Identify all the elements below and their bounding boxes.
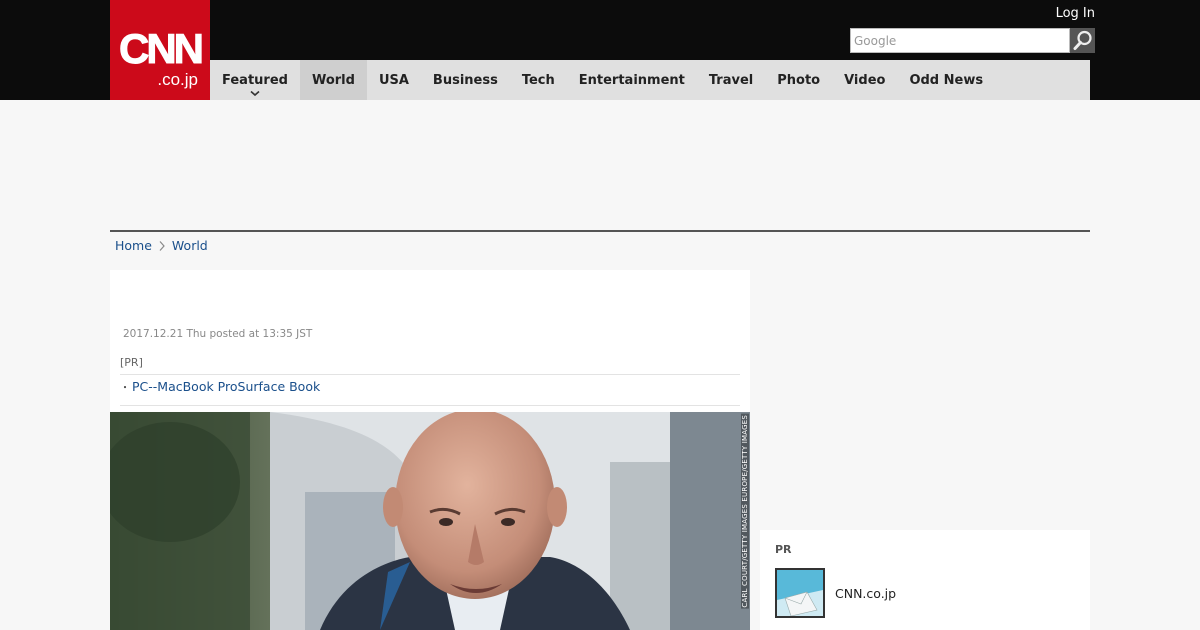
article-card: 2017.12.21 Thu posted at 13:35 JST [PR] …: [110, 270, 750, 630]
search-button[interactable]: [1070, 28, 1095, 53]
pr-link[interactable]: PC--MacBook ProSurface Book: [132, 379, 320, 394]
sidebar-pr-box: PR CNN.co.jp: [760, 530, 1090, 630]
article-photo: CARL COURT/GETTY IMAGES EUROPE/GETTY IMA…: [110, 412, 750, 630]
nav-label: Entertainment: [578, 72, 685, 88]
nav-world[interactable]: World: [299, 60, 367, 100]
nav-business[interactable]: Business: [421, 60, 510, 100]
nav-video[interactable]: Video: [832, 60, 897, 100]
pr-bullet: ・: [120, 383, 130, 394]
nav-label: Photo: [777, 72, 821, 88]
pr-label: [PR]: [120, 356, 740, 375]
breadcrumb-world[interactable]: World: [172, 237, 208, 255]
nav-label: Video: [844, 72, 886, 88]
pr-box: [PR] ・ PC--MacBook ProSurface Book: [120, 356, 740, 406]
nav-label: Featured: [222, 72, 288, 88]
logo-mark: CNN: [119, 25, 205, 72]
nav-tech[interactable]: Tech: [510, 60, 567, 100]
nav-label: World: [311, 72, 355, 88]
header-divider: [110, 230, 1090, 232]
nav-label: Business: [432, 72, 498, 88]
logo-domain: .co.jp: [157, 70, 198, 89]
nav-label: Travel: [708, 72, 754, 88]
sidebar-pr-label: PR: [775, 543, 792, 556]
cnn-logo[interactable]: CNN .co.jp: [110, 0, 210, 100]
sidebar-pr-link[interactable]: CNN.co.jp: [835, 586, 896, 601]
nav-usa[interactable]: USA: [367, 60, 421, 100]
mail-icon: [777, 570, 823, 616]
photo-credit: CARL COURT/GETTY IMAGES EUROPE/GETTY IMA…: [741, 414, 749, 609]
pr-item: ・ PC--MacBook ProSurface Book: [120, 378, 740, 398]
search-input[interactable]: [850, 28, 1070, 53]
nav-travel[interactable]: Travel: [697, 60, 765, 100]
nav-label: Tech: [521, 72, 555, 88]
top-bar: CNN .co.jp Log In Featured World USA Bus…: [0, 0, 1200, 100]
nav-label: Odd News: [909, 72, 984, 88]
main-nav: Featured World USA Business Tech Enterta…: [210, 60, 1090, 100]
article-timestamp: 2017.12.21 Thu posted at 13:35 JST: [123, 328, 313, 340]
search-icon: [1073, 30, 1092, 50]
sidebar-thumbnail[interactable]: [775, 568, 825, 618]
nav-featured[interactable]: Featured: [210, 60, 300, 100]
nav-photo[interactable]: Photo: [765, 60, 832, 100]
search-box: [850, 28, 1095, 53]
breadcrumb-home[interactable]: Home: [115, 237, 152, 255]
chevron-down-icon: [250, 90, 260, 97]
nav-label: USA: [378, 72, 409, 88]
article-photo-image: [110, 412, 750, 630]
chevron-right-icon: [159, 241, 165, 251]
login-link[interactable]: Log In: [1056, 5, 1095, 23]
breadcrumb: Home World: [115, 237, 208, 255]
nav-odd-news[interactable]: Odd News: [897, 60, 995, 100]
ad-banner-area: [110, 100, 1090, 230]
nav-entertainment[interactable]: Entertainment: [567, 60, 697, 100]
